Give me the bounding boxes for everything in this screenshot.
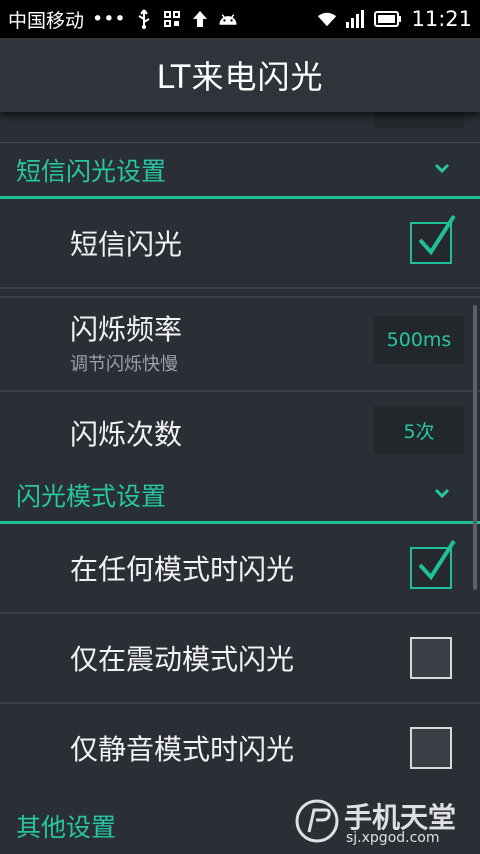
setting-row-blink-count[interactable]: 闪烁次数 5次 [0, 390, 480, 476]
status-bar: 中国移动 ••• 11:21 [0, 0, 480, 38]
setting-label: 闪烁频率 [70, 313, 183, 346]
setting-sublabel: 调节闪烁快慢 [70, 354, 178, 375]
chevron-down-icon [434, 160, 450, 176]
setting-label: 在任何模式时闪光 [70, 553, 295, 586]
section-label: 其他设置 [16, 813, 117, 842]
setting-row-any-mode[interactable]: 在任何模式时闪光 [0, 524, 480, 614]
watermark-url: sj.xpgod.com [346, 830, 440, 846]
vibrate-only-checkbox[interactable] [410, 637, 452, 679]
sms-flash-checkbox[interactable] [410, 214, 456, 264]
chevron-down-icon [434, 485, 450, 501]
notification-dots: ••• [92, 8, 126, 30]
setting-row-sms-flash[interactable]: 短信闪光 [0, 199, 480, 289]
blink-count-value[interactable]: 5次 [374, 406, 464, 454]
watermark-logo-icon [295, 799, 339, 843]
app-title-bar: LT来电闪光 [0, 38, 480, 112]
clock: 11:21 [411, 7, 472, 31]
section-label: 闪光模式设置 [16, 482, 167, 511]
carrier-label: 中国移动 [8, 9, 85, 32]
setting-label: 仅静音模式时闪光 [70, 733, 295, 766]
section-header-sms-flash[interactable]: 短信闪光设置 [0, 144, 480, 199]
setting-label: 仅在震动模式闪光 [70, 643, 295, 676]
upload-arrow-icon [190, 9, 210, 29]
partially-visible-value-box [374, 112, 464, 128]
signal-icon [345, 9, 365, 29]
silent-only-checkbox[interactable] [410, 727, 452, 769]
wifi-icon [317, 9, 337, 29]
section-header-flash-mode[interactable]: 闪光模式设置 [0, 469, 480, 524]
setting-label: 短信闪光 [70, 228, 183, 261]
battery-icon [373, 9, 403, 29]
section-label: 短信闪光设置 [16, 157, 167, 186]
android-icon [218, 9, 238, 29]
setting-row-vibrate-only[interactable]: 仅在震动模式闪光 [0, 614, 480, 704]
setting-row-blink-rate[interactable]: 闪烁频率 调节闪烁快慢 500ms [0, 296, 480, 392]
blink-rate-value[interactable]: 500ms [374, 316, 464, 364]
usb-icon [134, 9, 154, 29]
page-title: LT来电闪光 [156, 58, 324, 96]
partially-visible-row [0, 112, 480, 143]
any-mode-checkbox[interactable] [410, 539, 456, 589]
scrollbar[interactable] [473, 305, 477, 590]
setting-label: 闪烁次数 [70, 418, 183, 451]
watermark: 手机天堂 sj.xpgod.com [294, 794, 474, 848]
setting-row-silent-only[interactable]: 仅静音模式时闪光 [0, 704, 480, 792]
app-grid-icon [162, 9, 182, 29]
